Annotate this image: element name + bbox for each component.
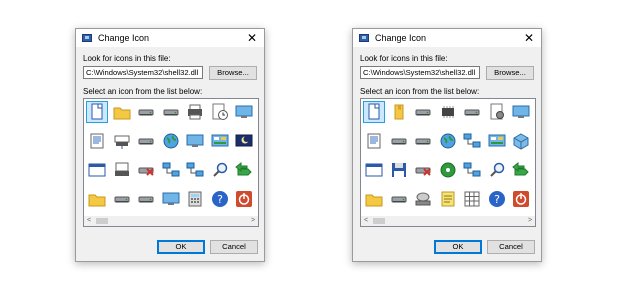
control-panel-icon[interactable] (209, 130, 231, 152)
cd-icon[interactable] (437, 159, 459, 181)
file-path-input[interactable]: C:\Windows\System32\shell32.dll (83, 66, 203, 79)
text-document-icon[interactable] (363, 130, 385, 152)
drive-icon[interactable] (135, 101, 157, 123)
change-icon-dialog-right: Change Icon ✕ Look for icons in this fil… (352, 28, 542, 262)
note-icon[interactable] (437, 188, 459, 210)
folder-icon[interactable] (111, 101, 133, 123)
scroll-right-button[interactable]: > (525, 216, 535, 226)
clock-icon[interactable] (209, 101, 231, 123)
drive-icon[interactable] (412, 101, 434, 123)
help-icon[interactable]: ? (209, 188, 231, 210)
select-icon-label: Select an icon from the list below: (360, 87, 480, 96)
drive-icon[interactable] (461, 101, 483, 123)
scroll-left-button[interactable]: < (84, 216, 94, 226)
scroll-thumb[interactable] (96, 218, 108, 224)
network-icon[interactable] (184, 159, 206, 181)
drive-icon[interactable] (111, 188, 133, 210)
horizontal-scrollbar[interactable]: < > (84, 216, 258, 226)
search-icon[interactable] (486, 159, 508, 181)
removed-drive-icon[interactable] (135, 159, 157, 181)
svg-text:?: ? (494, 193, 500, 206)
drive-icon[interactable] (135, 188, 157, 210)
network-icon[interactable] (461, 130, 483, 152)
title-bar: Change Icon ✕ (76, 29, 264, 47)
lookfor-label: Look for icons in this file: (360, 54, 448, 63)
dialog-title: Change Icon (98, 33, 150, 43)
optical-drive-icon[interactable] (412, 188, 434, 210)
cancel-button[interactable]: Cancel (210, 240, 258, 254)
folder-icon[interactable] (86, 188, 108, 210)
printer-icon[interactable] (184, 101, 206, 123)
drive-icon[interactable] (160, 101, 182, 123)
globe-icon[interactable] (437, 130, 459, 152)
scroll-left-button[interactable]: < (361, 216, 371, 226)
browse-button[interactable]: Browse... (486, 66, 534, 80)
network-icon[interactable] (160, 159, 182, 181)
moon-icon[interactable] (233, 130, 255, 152)
icon-list[interactable]: ? < > (360, 98, 536, 227)
control-panel-icon[interactable] (486, 130, 508, 152)
ok-button[interactable]: OK (434, 240, 482, 254)
close-button[interactable]: ✕ (244, 30, 260, 46)
window-icon[interactable] (363, 159, 385, 181)
cube-icon[interactable] (510, 130, 532, 152)
select-icon-label: Select an icon from the list below: (83, 87, 203, 96)
browse-button[interactable]: Browse... (209, 66, 257, 80)
window-icon[interactable] (86, 159, 108, 181)
file-path-input[interactable]: C:\Windows\System32\shell32.dll (360, 66, 480, 79)
change-icon-dialog-left: Change Icon ✕ Look for icons in this fil… (75, 28, 265, 262)
arrow-folder-icon[interactable] (233, 159, 255, 181)
grid-icon[interactable] (461, 188, 483, 210)
chip-icon[interactable] (437, 101, 459, 123)
calculator-icon[interactable] (184, 188, 206, 210)
drive-icon[interactable] (388, 130, 410, 152)
network-icon[interactable] (461, 159, 483, 181)
drive-icon[interactable] (412, 130, 434, 152)
title-bar: Change Icon ✕ (353, 29, 541, 47)
monitor-icon[interactable] (233, 101, 255, 123)
floppy-icon[interactable] (388, 159, 410, 181)
ok-button[interactable]: OK (157, 240, 205, 254)
help-icon[interactable]: ? (486, 188, 508, 210)
scroll-thumb[interactable] (373, 218, 385, 224)
monitor-icon[interactable] (510, 101, 532, 123)
arrow-folder-icon[interactable] (510, 159, 532, 181)
lookfor-label: Look for icons in this file: (83, 54, 171, 63)
window-app-icon (359, 34, 369, 42)
close-button[interactable]: ✕ (521, 30, 537, 46)
network-drive-icon[interactable] (111, 130, 133, 152)
drive-icon[interactable] (388, 188, 410, 210)
bookmark-folder-icon[interactable] (388, 101, 410, 123)
cancel-button[interactable]: Cancel (487, 240, 535, 254)
scroll-right-button[interactable]: > (248, 216, 258, 226)
text-document-icon[interactable] (86, 130, 108, 152)
folder-icon[interactable] (363, 188, 385, 210)
drive-icon[interactable] (135, 130, 157, 152)
removed-drive-icon[interactable] (412, 159, 434, 181)
globe-icon[interactable] (160, 130, 182, 152)
svg-text:?: ? (217, 193, 223, 206)
power-icon[interactable] (233, 188, 255, 210)
computer-icon[interactable] (111, 159, 133, 181)
monitor-icon[interactable] (160, 188, 182, 210)
window-app-icon (82, 34, 92, 42)
document-icon[interactable] (363, 101, 385, 123)
settings-document-icon[interactable] (486, 101, 508, 123)
icon-list[interactable]: ? < > (83, 98, 259, 227)
dialog-title: Change Icon (375, 33, 427, 43)
power-icon[interactable] (510, 188, 532, 210)
horizontal-scrollbar[interactable]: < > (361, 216, 535, 226)
search-icon[interactable] (209, 159, 231, 181)
document-icon[interactable] (86, 101, 108, 123)
monitor-icon[interactable] (184, 130, 206, 152)
